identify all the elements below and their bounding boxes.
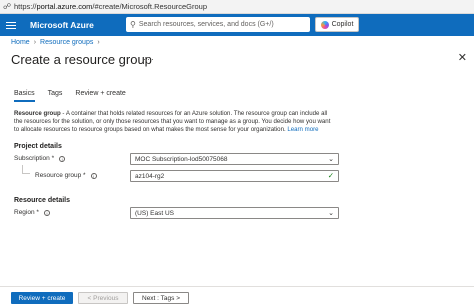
breadcrumb-resource-groups[interactable]: Resource groups (40, 39, 93, 46)
address-url[interactable]: https://portal.azure.com/#create/Microso… (14, 2, 207, 11)
info-icon[interactable]: i (43, 209, 50, 216)
chevron-down-icon: ⌄ (328, 210, 334, 217)
wizard-tabs: Basics Tags Review + create (14, 90, 139, 102)
close-icon[interactable]: ✕ (458, 51, 467, 64)
footer-divider (0, 286, 474, 287)
breadcrumb: Home › Resource groups › (11, 39, 100, 46)
lock-icon: ☍ (2, 2, 12, 11)
copilot-button[interactable]: Copilot (315, 17, 359, 32)
subscription-dropdown[interactable]: MOC Subscription-lod50075068 ⌄ (130, 153, 339, 165)
learn-more-link[interactable]: Learn more (287, 126, 318, 133)
next-tags-button[interactable]: Next : Tags > (133, 292, 189, 304)
page-title: Create a resource group (11, 52, 152, 67)
info-icon[interactable]: i (59, 155, 66, 162)
tab-tags[interactable]: Tags (48, 90, 63, 102)
region-label: Region * i (14, 209, 50, 216)
region-dropdown[interactable]: (US) East US ⌄ (130, 207, 339, 219)
tab-basics[interactable]: Basics (14, 90, 35, 102)
tab-review-create[interactable]: Review + create (75, 90, 125, 102)
description-body: - A container that holds related resourc… (14, 110, 331, 134)
subscription-label: Subscription * i (14, 155, 66, 162)
hamburger-menu-icon[interactable] (0, 14, 22, 36)
region-value: (US) East US (135, 209, 175, 217)
review-create-button[interactable]: Review + create (11, 292, 73, 304)
copilot-label: Copilot (331, 21, 354, 28)
azure-top-bar: Microsoft Azure ⚲ Search resources, serv… (0, 14, 474, 36)
resource-details-heading: Resource details (14, 197, 71, 204)
checkmark-icon: ✓ (327, 171, 334, 180)
resource-group-value: az104-rg2 (135, 172, 165, 180)
azure-brand[interactable]: Microsoft Azure (30, 20, 94, 30)
tree-connector (22, 165, 30, 174)
browser-address-bar[interactable]: ☍ https://portal.azure.com/#create/Micro… (0, 0, 474, 14)
search-icon: ⚲ (130, 20, 136, 29)
chevron-right-icon: › (33, 39, 37, 46)
global-search-input[interactable]: ⚲ Search resources, services, and docs (… (126, 17, 310, 32)
copilot-icon (320, 20, 329, 29)
breadcrumb-home[interactable]: Home (11, 39, 30, 46)
project-details-heading: Project details (14, 143, 62, 150)
resource-group-description: Resource group - A container that holds … (14, 110, 334, 134)
more-options-icon[interactable]: ··· (143, 54, 155, 64)
resource-group-label: Resource group * i (35, 172, 97, 179)
info-icon[interactable]: i (90, 172, 97, 179)
chevron-right-icon: › (97, 39, 100, 46)
previous-button[interactable]: < Previous (78, 292, 128, 304)
description-lead: Resource group (14, 110, 61, 117)
resource-group-name-input[interactable]: az104-rg2 ✓ (130, 170, 339, 182)
search-placeholder: Search resources, services, and docs (G+… (138, 21, 274, 28)
chevron-down-icon: ⌄ (328, 156, 334, 163)
subscription-value: MOC Subscription-lod50075068 (135, 155, 228, 163)
